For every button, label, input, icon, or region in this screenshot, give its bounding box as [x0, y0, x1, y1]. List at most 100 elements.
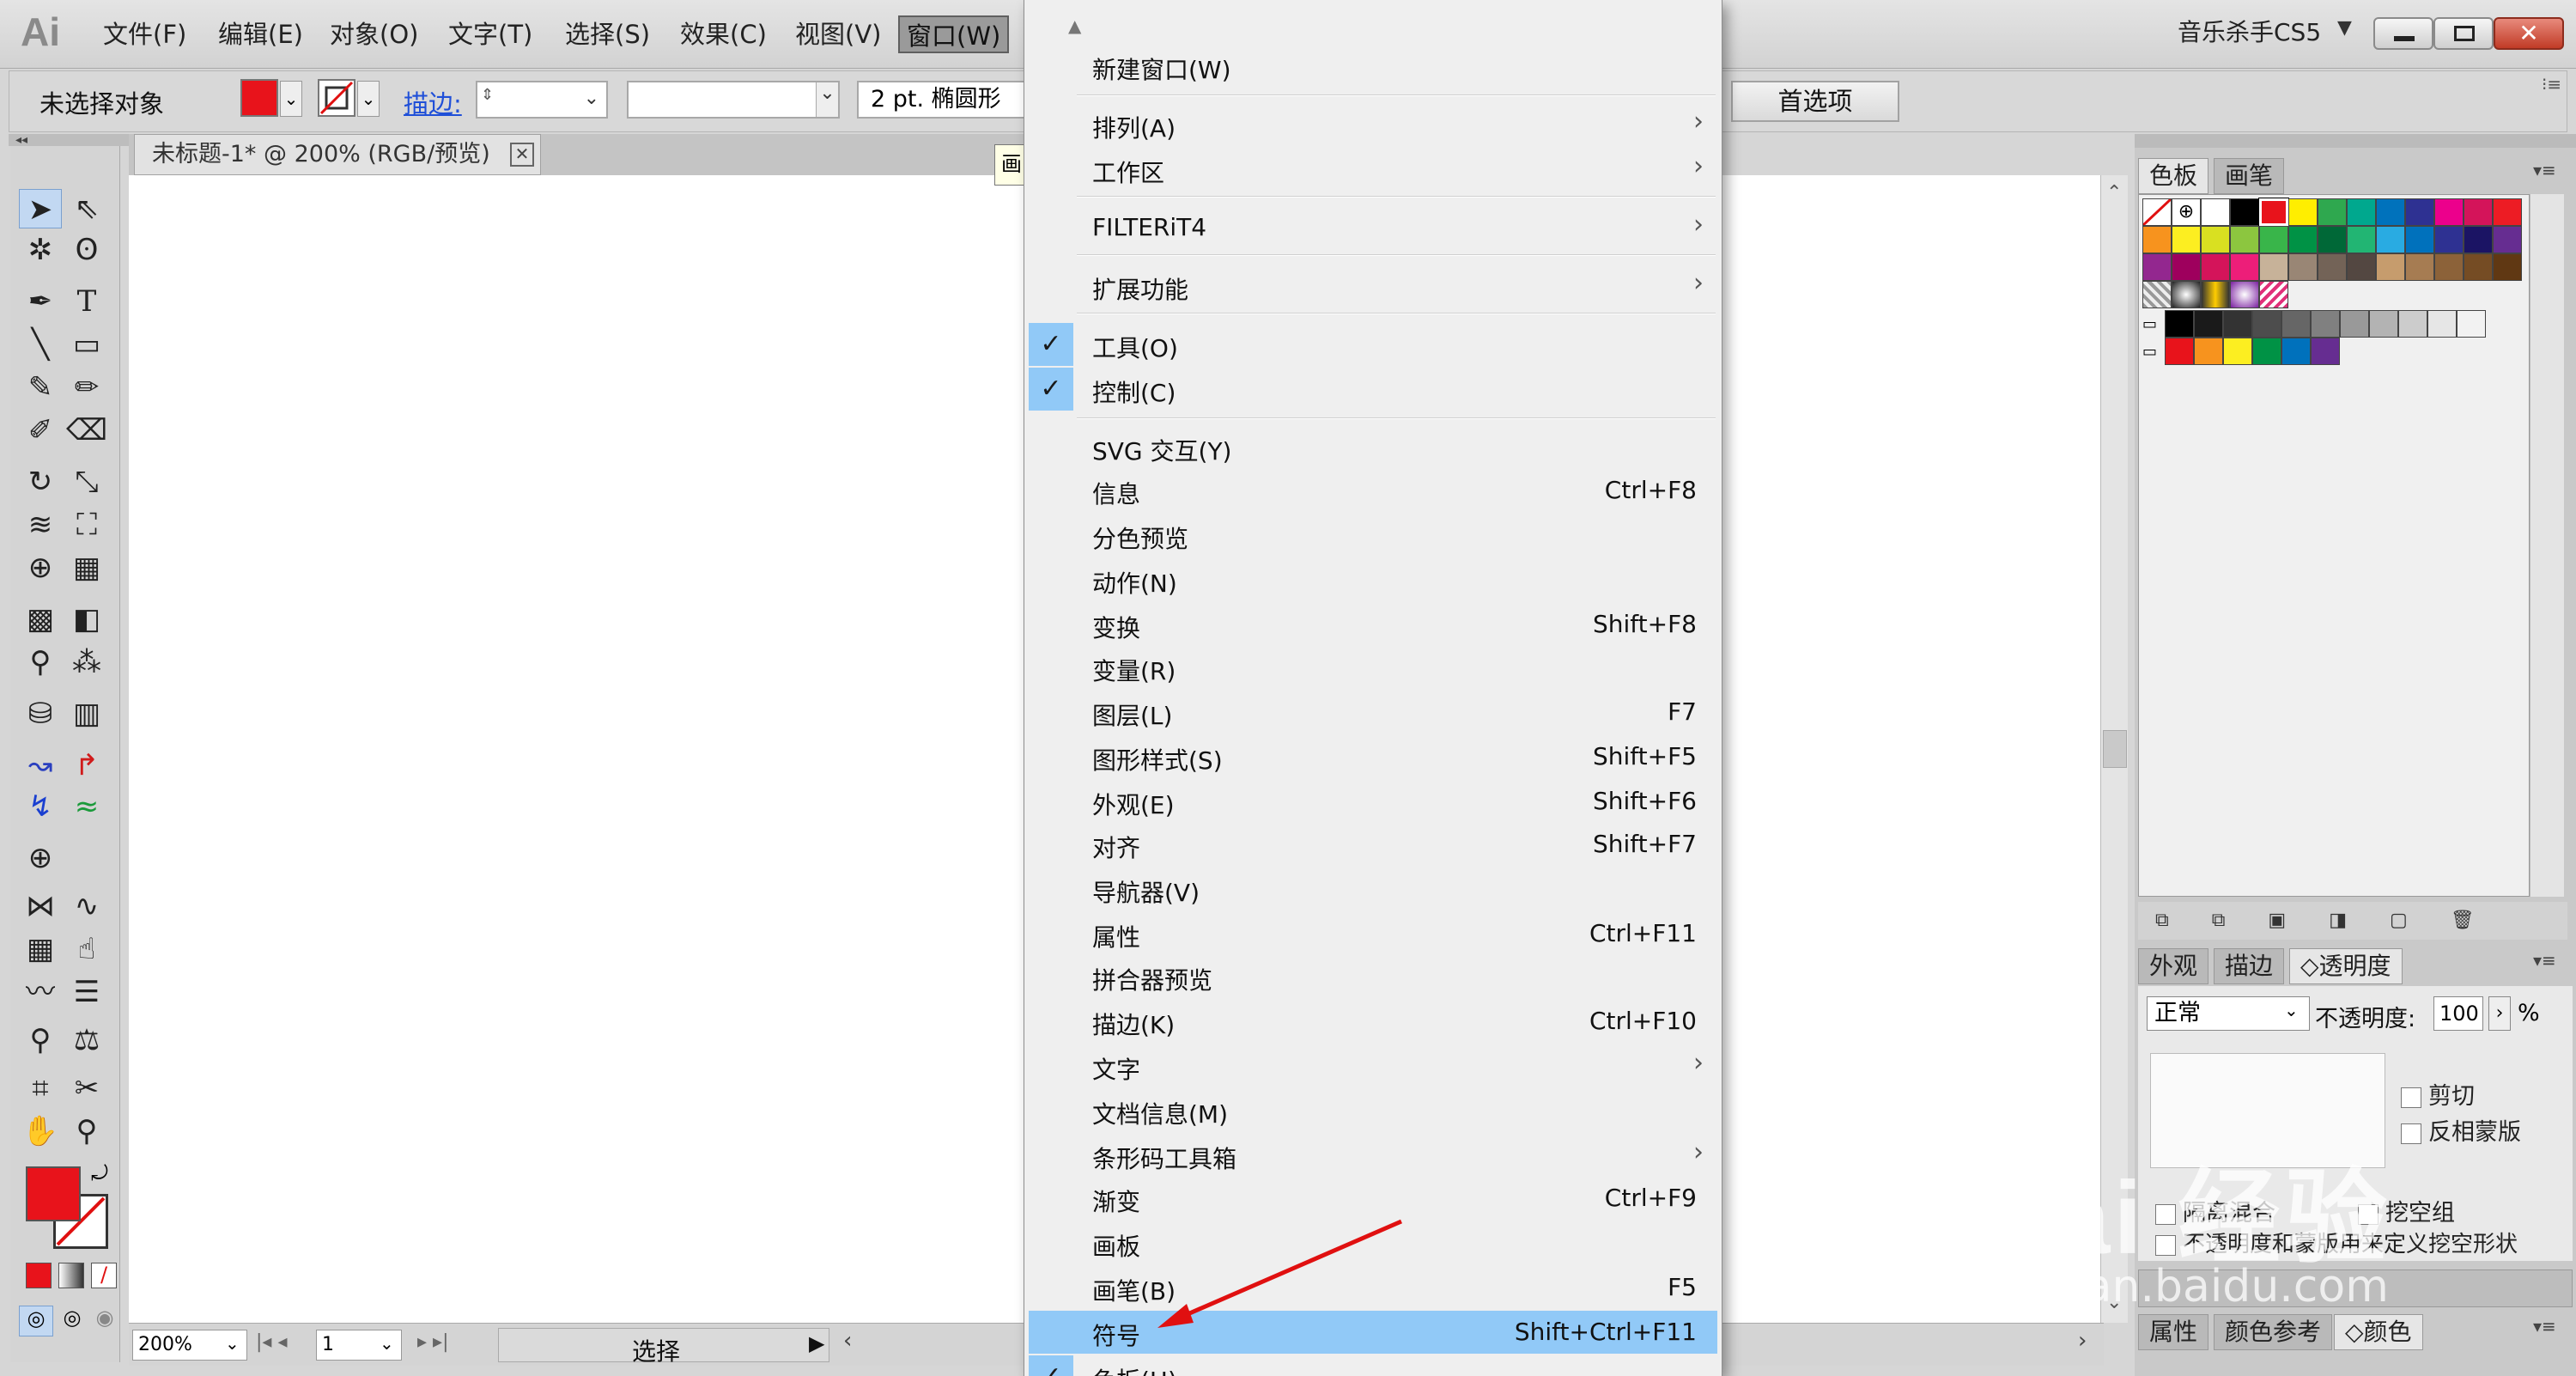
menu-item[interactable]: 分色预览 [1029, 514, 1717, 557]
color-swatch[interactable] [2405, 226, 2434, 253]
plugin-tool-3-icon[interactable]: ↯ [19, 787, 62, 826]
plugin-tool-4-icon[interactable]: ≈ [65, 787, 108, 826]
menu-item[interactable]: 工作区 › [1029, 148, 1717, 191]
scroll-left-icon[interactable]: ‹ [843, 1328, 852, 1354]
color-swatch[interactable] [2201, 198, 2230, 226]
tab-transparency[interactable]: ◇透明度 [2289, 948, 2403, 984]
color-swatch[interactable] [2318, 198, 2347, 226]
rotate-tool-icon[interactable]: ↻ [19, 462, 62, 502]
menu-item[interactable]: 动作(N) [1029, 558, 1717, 601]
magic-wand-icon[interactable]: ✲ [19, 230, 62, 270]
menu-item[interactable]: 扩展功能 › [1029, 265, 1717, 307]
selection-tool-icon[interactable]: ➤ [19, 189, 62, 228]
envelope-tool-icon[interactable]: ⋈ [19, 886, 62, 926]
pattern-swatch[interactable] [2142, 281, 2172, 308]
hand-tool-icon[interactable]: ✋ [19, 1111, 62, 1151]
target-tool-icon[interactable]: ⊕ [19, 838, 62, 878]
menu-item[interactable]: ✓ 工具(O) [1029, 323, 1717, 366]
hand-style-icon[interactable]: ☝ [65, 929, 108, 969]
color-swatch[interactable] [2252, 338, 2281, 365]
stroke-swatch[interactable] [318, 79, 355, 117]
gray-swatch[interactable] [2194, 310, 2223, 338]
menu-object[interactable]: 对象(O) [323, 15, 425, 53]
color-swatch[interactable] [2493, 226, 2522, 253]
warp-tool-icon[interactable]: ≋ [19, 505, 62, 545]
chevron-down-icon[interactable]: ⌄ [2284, 1000, 2299, 1020]
stroke-label[interactable]: 描边: [404, 84, 462, 120]
panel-menu-icon[interactable]: ⁝≡ [2542, 74, 2561, 94]
gray-swatch[interactable] [2457, 310, 2486, 338]
eyedropper-icon[interactable]: ⚲ [19, 642, 62, 682]
menu-scroll-up-icon[interactable]: ▲ [1068, 15, 1081, 36]
chevron-down-icon[interactable]: ▼ [2337, 17, 2352, 39]
chevron-right-icon[interactable]: › [2488, 996, 2511, 1031]
eraser-icon[interactable]: ⌫ [65, 411, 108, 450]
clip-checkbox[interactable]: 剪切 [2401, 1077, 2475, 1111]
menu-item[interactable]: 条形码工具箱 › [1029, 1134, 1717, 1177]
shape-builder-icon[interactable]: ⊕ [19, 548, 62, 588]
color-swatch[interactable] [2172, 226, 2201, 253]
artboard-tool-icon[interactable]: ⌗ [19, 1069, 62, 1108]
checkbox-box[interactable] [2401, 1123, 2421, 1144]
color-swatch[interactable] [2281, 338, 2311, 365]
color-swatch[interactable] [2201, 253, 2230, 281]
menu-item[interactable]: 变换 Shift+F8 [1029, 603, 1717, 646]
play-icon[interactable]: ▶ [809, 1331, 824, 1355]
menu-item[interactable]: ✓ 色板(H) [1029, 1355, 1717, 1376]
color-swatch[interactable] [2347, 198, 2376, 226]
menu-item[interactable]: SVG 交互(Y) [1029, 426, 1717, 469]
panel-menu-icon[interactable]: ▾≡ [2533, 1316, 2556, 1336]
graph-tool-icon[interactable]: ▥ [65, 694, 108, 734]
pencil-icon[interactable]: ✏ [65, 368, 108, 407]
none-mode-icon[interactable]: / [91, 1263, 117, 1288]
menu-edit[interactable]: 编辑(E) [211, 15, 310, 53]
workspace-profile[interactable]: 音乐杀手CS5 [2178, 14, 2321, 48]
menu-item[interactable]: 变量(R) [1029, 646, 1717, 689]
swatch-scrollbar[interactable] [2530, 194, 2564, 897]
menu-window[interactable]: 窗口(W) [898, 15, 1010, 53]
menu-item[interactable]: 导航器(V) [1029, 868, 1717, 910]
gray-swatch[interactable] [2340, 310, 2369, 338]
scroll-right-icon[interactable]: › [2078, 1328, 2087, 1354]
close-button[interactable]: ✕ [2494, 17, 2564, 50]
wave-tool-icon[interactable]: ∿ [65, 886, 108, 926]
menu-item[interactable]: ✓ 控制(C) [1029, 368, 1717, 411]
draw-normal-icon[interactable]: ◎ [19, 1306, 53, 1336]
color-swatch[interactable] [2230, 198, 2259, 226]
color-swatch[interactable] [2493, 198, 2522, 226]
menu-item[interactable]: 拼合器预览 [1029, 955, 1717, 998]
paintbrush-icon[interactable]: ✎ [19, 368, 62, 407]
menu-item[interactable]: 图形样式(S) Shift+F5 [1029, 735, 1717, 778]
menu-type[interactable]: 文字(T) [441, 15, 539, 53]
tab-attributes[interactable]: 属性 [2138, 1314, 2209, 1350]
restore-button[interactable] [2433, 17, 2494, 50]
chevron-down-icon[interactable]: ⌄ [380, 1333, 394, 1354]
plugin-tool-2-icon[interactable]: ↱ [65, 746, 108, 785]
draw-behind-icon[interactable]: ◎ [57, 1306, 88, 1336]
menu-select[interactable]: 选择(S) [558, 15, 657, 53]
panel-grip[interactable] [2135, 134, 2576, 148]
menu-file[interactable]: 文件(F) [96, 15, 193, 53]
color-swatch[interactable] [2376, 253, 2405, 281]
variable-width-profile[interactable]: ⌄ [627, 81, 840, 119]
color-swatch[interactable] [2405, 198, 2434, 226]
gradient-swatch[interactable] [2230, 281, 2259, 308]
color-swatch[interactable] [2259, 226, 2288, 253]
line-tool-icon[interactable]: ╲ [19, 325, 62, 364]
color-swatch[interactable] [2142, 226, 2172, 253]
document-tab[interactable]: 未标题-1* @ 200% (RGB/预览) [134, 134, 541, 175]
fill-color-icon[interactable] [26, 1166, 81, 1221]
menu-item[interactable]: 信息 Ctrl+F8 [1029, 469, 1717, 512]
chevron-down-icon[interactable]: ⌄ [584, 88, 599, 109]
color-mode-icon[interactable] [26, 1263, 52, 1288]
color-swatch[interactable] [2194, 338, 2223, 365]
menu-item[interactable]: 新建窗口(W) [1029, 45, 1717, 88]
free-transform-icon[interactable]: ⛶ [65, 505, 108, 545]
menu-item[interactable]: 属性 Ctrl+F11 [1029, 912, 1717, 955]
symbol-sprayer-icon[interactable]: ⛁ [19, 694, 62, 734]
tab-stroke[interactable]: 描边 [2214, 948, 2285, 984]
menu-item[interactable]: FILTERiT4 › [1029, 206, 1717, 249]
zoom-tool-icon[interactable]: ⚲ [65, 1111, 108, 1151]
menu-item[interactable]: 描边(K) Ctrl+F10 [1029, 1000, 1717, 1043]
color-swatch[interactable] [2288, 226, 2318, 253]
